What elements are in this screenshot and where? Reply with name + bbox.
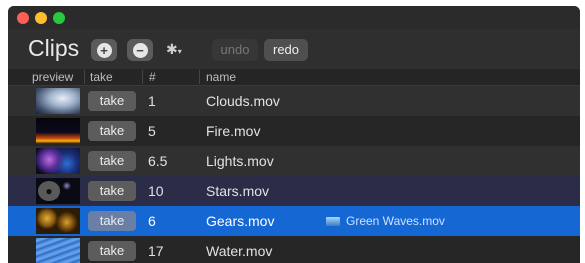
column-divider[interactable]: [142, 70, 143, 84]
column-header-take[interactable]: take: [90, 69, 113, 85]
clip-name: Stars.mov: [206, 183, 270, 199]
take-button[interactable]: take: [88, 91, 136, 111]
clip-thumbnail-lights: [36, 148, 80, 174]
column-divider[interactable]: [199, 70, 200, 84]
clips-window: Clips + − ✱▾ undo redo preview take # na…: [8, 6, 580, 263]
take-number: 1: [148, 93, 156, 109]
undo-button[interactable]: undo: [212, 39, 258, 61]
minus-circle-icon: −: [132, 42, 148, 58]
clip-name: Water.mov: [206, 243, 273, 259]
clip-thumbnail-fire: [36, 118, 80, 144]
table-row-selected[interactable]: take 6 Gears.mov Green Waves.mov: [8, 206, 580, 236]
window-title: Clips: [28, 35, 80, 61]
clip-name: Lights.mov: [206, 153, 274, 169]
take-button[interactable]: take: [88, 211, 136, 231]
column-header-name[interactable]: name: [206, 69, 236, 85]
clip-thumbnail-water: [36, 238, 80, 263]
table-row[interactable]: take 6.5 Lights.mov: [8, 146, 580, 176]
camera-icon[interactable]: ●: [38, 181, 60, 201]
take-number: 6.5: [148, 153, 168, 169]
title-bar: [8, 6, 580, 29]
take-button[interactable]: take: [88, 121, 136, 141]
add-clip-button[interactable]: +: [91, 39, 117, 61]
table-header: preview take # name: [8, 69, 580, 86]
clips-table: take 1 Clouds.mov take 5 Fire.mov take 6…: [8, 86, 580, 263]
take-number: 6: [148, 213, 156, 229]
toolbar: Clips + − ✱▾ undo redo: [8, 29, 580, 69]
take-number: 10: [148, 183, 164, 199]
take-number: 17: [148, 243, 164, 259]
minimize-window-button[interactable]: [35, 12, 47, 24]
table-row[interactable]: take 17 Water.mov: [8, 236, 580, 263]
table-row[interactable]: take 1 Clouds.mov: [8, 86, 580, 116]
redo-button[interactable]: redo: [264, 39, 308, 61]
clip-name: Fire.mov: [206, 123, 261, 139]
take-button[interactable]: take: [88, 181, 136, 201]
chevron-down-icon: ▾: [177, 47, 182, 56]
take-button[interactable]: take: [88, 151, 136, 171]
remove-clip-button[interactable]: −: [127, 39, 153, 61]
gear-icon: ✱: [166, 41, 178, 57]
dragged-clip-name: Green Waves.mov: [346, 214, 445, 228]
take-button[interactable]: take: [88, 241, 136, 261]
take-number: 5: [148, 123, 156, 139]
table-row[interactable]: ● take 10 Stars.mov: [8, 176, 580, 206]
plus-circle-icon: +: [96, 42, 112, 58]
column-divider[interactable]: [84, 70, 85, 84]
dragged-clip[interactable]: Green Waves.mov: [326, 214, 445, 228]
close-window-button[interactable]: [17, 12, 29, 24]
clip-thumbnail-gears: [36, 208, 80, 234]
clip-thumbnail-clouds: [36, 88, 80, 114]
column-header-number[interactable]: #: [149, 69, 156, 85]
video-file-icon: [326, 217, 340, 227]
clip-name: Clouds.mov: [206, 93, 280, 109]
zoom-window-button[interactable]: [53, 12, 65, 24]
column-header-preview[interactable]: preview: [32, 69, 73, 85]
table-row[interactable]: take 5 Fire.mov: [8, 116, 580, 146]
settings-menu-button[interactable]: ✱▾: [166, 41, 182, 58]
clip-name: Gears.mov: [206, 213, 275, 229]
